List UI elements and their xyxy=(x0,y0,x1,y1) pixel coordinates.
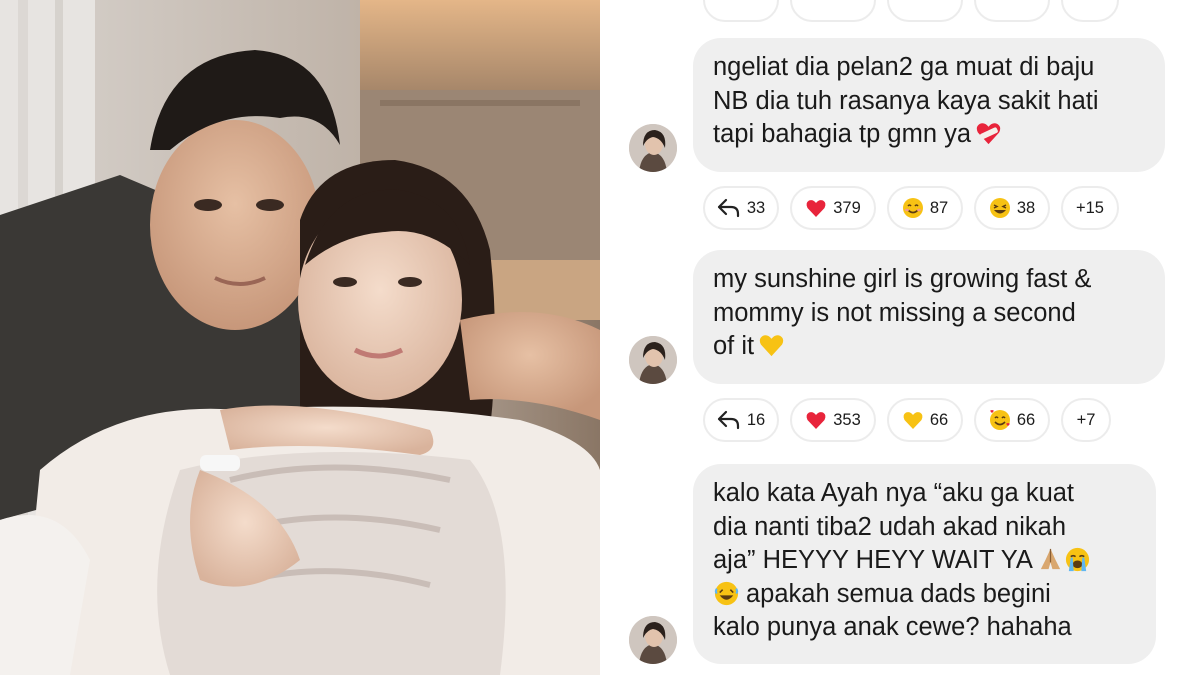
reply-icon xyxy=(717,198,739,218)
reaction-count: +7 xyxy=(1076,410,1096,429)
comment-line: NB dia tuh rasanya kaya sakit hati xyxy=(713,86,1099,115)
reaction-chip[interactable] xyxy=(703,0,779,22)
reaction-count: 66 xyxy=(1016,410,1036,429)
comment-line: kalo punya anak cewe? hahaha xyxy=(713,613,1072,641)
yellow-heart-icon xyxy=(759,335,784,357)
reaction-count: 353 xyxy=(833,410,861,429)
reaction-chip[interactable] xyxy=(1061,0,1119,22)
reaction-row-cut-off xyxy=(703,0,1119,22)
crying-face-icon xyxy=(1065,547,1089,572)
reply-button[interactable]: 16 xyxy=(703,398,779,442)
avatar-photo-icon xyxy=(629,124,677,172)
couple-with-newborn-photo xyxy=(0,0,600,675)
reply-count: 16 xyxy=(746,410,766,429)
yellow-heart-icon xyxy=(903,412,923,429)
reply-button[interactable]: 33 xyxy=(703,186,779,230)
reaction-count: +15 xyxy=(1076,198,1104,217)
heart-with-bandage-icon xyxy=(976,123,1001,145)
reaction-count: 379 xyxy=(833,198,861,217)
more-reactions-chip[interactable]: +15 xyxy=(1061,186,1119,230)
heart-icon xyxy=(806,200,826,217)
reaction-chip[interactable] xyxy=(974,0,1050,22)
avatar-photo-icon xyxy=(629,616,677,664)
reaction-count: 87 xyxy=(929,198,949,217)
reaction-chip[interactable] xyxy=(790,0,876,22)
comment-line: ngeliat dia pelan2 ga muat di baju xyxy=(713,53,1095,81)
reaction-count: 66 xyxy=(929,410,949,429)
commenter-avatar[interactable] xyxy=(629,336,677,384)
reply-icon xyxy=(717,410,739,430)
reaction-chip-smile[interactable]: 87 xyxy=(887,186,963,230)
heart-icon xyxy=(806,412,826,429)
laughing-face-icon xyxy=(989,198,1010,218)
reaction-chip-heart[interactable]: 379 xyxy=(790,186,876,230)
comment-line: of it xyxy=(713,332,755,360)
comment-line: my sunshine girl is growing fast & xyxy=(713,265,1092,293)
comment-bubble: ngeliat dia pelan2 ga muat di baju NB di… xyxy=(693,38,1165,172)
reaction-chip-hearts-face[interactable]: 66 xyxy=(974,398,1050,442)
avatar-photo-icon xyxy=(629,336,677,384)
smiling-face-with-hearts-icon xyxy=(989,410,1010,430)
reaction-row: 33 379 87 38 +15 xyxy=(703,186,1119,230)
reply-count: 33 xyxy=(746,198,766,217)
reaction-row: 16 353 66 66 +7 xyxy=(703,398,1111,442)
comment-bubble: kalo kata Ayah nya “aku ga kuat dia nant… xyxy=(693,464,1156,664)
commenter-avatar[interactable] xyxy=(629,124,677,172)
comment-line: aja” HEYYY HEYY WAIT YA xyxy=(713,546,1033,574)
folded-hands-icon xyxy=(1040,548,1060,570)
smiling-face-icon xyxy=(902,198,923,218)
comment-line: tapi bahagia tp gmn ya xyxy=(713,120,972,148)
comment-line: mommy is not missing a second xyxy=(713,298,1076,327)
reaction-chip-heart[interactable]: 353 xyxy=(790,398,876,442)
more-reactions-chip[interactable]: +7 xyxy=(1061,398,1111,442)
commenter-avatar[interactable] xyxy=(629,616,677,664)
reaction-chip[interactable] xyxy=(887,0,963,22)
comment-bubble: my sunshine girl is growing fast & mommy… xyxy=(693,250,1165,384)
comment-line: apakah semua dads begini xyxy=(746,579,1051,608)
comment-line: dia nanti tiba2 udah akad nikah xyxy=(713,512,1067,541)
rolling-laughing-icon xyxy=(714,581,739,605)
comment-line: kalo kata Ayah nya “aku ga kuat xyxy=(713,479,1075,507)
reaction-chip-laugh[interactable]: 38 xyxy=(974,186,1050,230)
reaction-chip-yellow-heart[interactable]: 66 xyxy=(887,398,963,442)
reaction-count: 38 xyxy=(1016,198,1036,217)
